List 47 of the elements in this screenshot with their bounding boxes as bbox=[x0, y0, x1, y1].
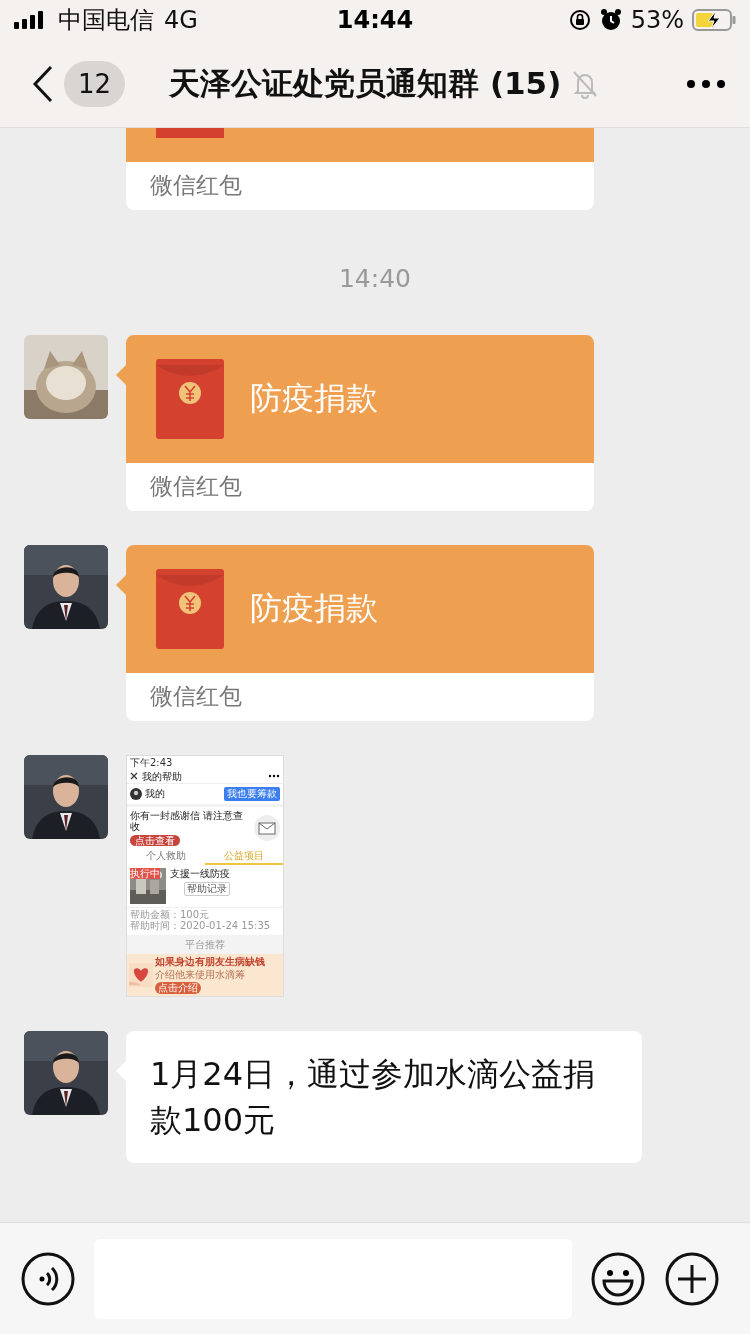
unread-count[interactable]: 12 bbox=[64, 60, 126, 107]
user-avatar-icon bbox=[130, 787, 142, 800]
carrier-name: 中国电信 bbox=[58, 5, 154, 36]
packet-label: 微信红包 bbox=[149, 472, 243, 501]
lucky-money-message[interactable]: 微信红包 bbox=[126, 128, 594, 210]
envelope-icon bbox=[156, 569, 224, 649]
voice-icon[interactable] bbox=[20, 1250, 76, 1307]
promo-banner[interactable]: 如果身边有朋友生病缺钱 介绍他来使用水滴筹 点击介绍 bbox=[127, 954, 283, 996]
emoji-icon[interactable] bbox=[590, 1250, 646, 1307]
packet-title: 防疫捐款 bbox=[250, 588, 378, 629]
message-time: 14:40 bbox=[338, 264, 411, 293]
screenshot-message[interactable]: 下午2:43 我的帮助 我的 我也要筹款 你有一封感谢信 请注意查收 点击查看 个人救助 公益项目 执行中 支援一线防疫 帮助记录 帮助金额：100元 帮助时间：2020-01-24 15:35 平台推荐 如果身边有朋友生病缺钱 介绍他来使用水滴筹 点击介绍 bbox=[126, 755, 284, 997]
view-button[interactable]: 点击查看 bbox=[130, 834, 180, 846]
battery-icon bbox=[692, 8, 736, 32]
shot-status-time: 下午2:43 bbox=[130, 757, 173, 768]
introduce-button[interactable]: 点击介绍 bbox=[155, 982, 201, 994]
help-detail: 帮助金额：100元 bbox=[130, 908, 211, 920]
packet-label: 微信红包 bbox=[149, 682, 243, 711]
more-icon[interactable] bbox=[268, 774, 280, 779]
shot-tab[interactable]: 个人救助 bbox=[127, 849, 205, 865]
envelope-icon bbox=[156, 128, 224, 138]
raise-funds-button[interactable]: 我也要筹款 bbox=[224, 787, 280, 801]
envelope-icon bbox=[156, 359, 224, 439]
banner-subtitle: 介绍他来使用水滴筹 bbox=[155, 968, 245, 980]
shot-title: 我的帮助 bbox=[142, 770, 182, 782]
packet-title: 防疫捐款 bbox=[250, 378, 378, 419]
envelope-icon bbox=[254, 814, 280, 841]
banner-headline: 如果身边有朋友生病缺钱 bbox=[155, 956, 266, 968]
more-icon[interactable] bbox=[686, 78, 726, 89]
battery-percent: 53% bbox=[630, 6, 684, 34]
project-name: 支援一线防疫 bbox=[170, 867, 230, 879]
shot-user-name: 我的 bbox=[145, 788, 165, 800]
status-time: 14:44 bbox=[336, 6, 414, 34]
rotation-lock-icon bbox=[568, 9, 591, 31]
recommend-heading: 平台推荐 bbox=[185, 938, 225, 950]
close-icon[interactable] bbox=[130, 772, 138, 781]
chat-title: 天泽公证处党员通知群 (15) bbox=[169, 63, 562, 103]
network-type: 4G bbox=[164, 6, 198, 34]
alarm-icon bbox=[598, 8, 623, 32]
plus-icon[interactable] bbox=[664, 1250, 720, 1307]
text-message: 1月24日，通过参加水滴公益捐款100元 bbox=[126, 1030, 642, 1163]
back-icon[interactable] bbox=[32, 64, 54, 103]
thank-you-notice: 你有一封感谢信 请注意查收 bbox=[130, 809, 245, 833]
packet-label: 微信红包 bbox=[149, 171, 243, 200]
help-record-button[interactable]: 帮助记录 bbox=[184, 882, 230, 896]
status-badge: 执行中 bbox=[130, 867, 160, 879]
help-detail: 帮助时间：2020-01-24 15:35 bbox=[130, 920, 272, 932]
